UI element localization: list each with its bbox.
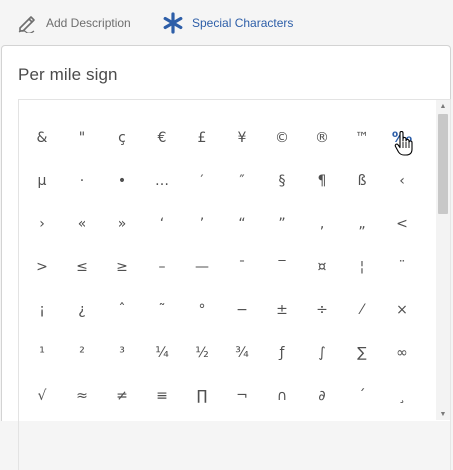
pen-icon <box>16 12 38 34</box>
character-cell[interactable]: ² <box>62 331 102 374</box>
character-cell[interactable]: √ <box>22 374 62 417</box>
character-cell[interactable]: ∞ <box>382 331 422 374</box>
character-cell[interactable]: ¬ <box>222 374 262 417</box>
character-cell[interactable]: ¤ <box>302 245 342 288</box>
scroll-up-arrow-icon[interactable]: ▲ <box>436 100 450 112</box>
character-name-title: Per mile sign <box>18 65 118 84</box>
special-characters-panel: Per mile sign & " ç € £ ¥ © ® ™ ‰ µ · •… ′ ″ § ¶ ß ‹ › «» ‘’ “… <box>1 45 451 470</box>
character-cell[interactable]: ⁄ <box>342 288 382 331</box>
character-cell[interactable]: ´ <box>342 374 382 417</box>
character-cell[interactable]: ¦ <box>342 245 382 288</box>
asterisk-icon <box>162 12 184 34</box>
character-cell[interactable]: ˜ <box>142 288 182 331</box>
character-cell[interactable]: " <box>62 116 102 159</box>
special-characters-label: Special Characters <box>192 16 294 30</box>
character-cell[interactable]: ” <box>262 202 302 245</box>
character-cell[interactable]: < <box>382 202 422 245</box>
character-cell[interactable]: ¿ <box>62 288 102 331</box>
character-cell[interactable]: ‘ <box>142 202 182 245</box>
character-cell[interactable]: ≤ <box>62 245 102 288</box>
character-cell[interactable]: ‾ <box>262 245 302 288</box>
character-cell[interactable]: ³ <box>102 331 142 374</box>
character-cell[interactable]: ÷ <box>302 288 342 331</box>
character-cell[interactable]: ″ <box>222 159 262 202</box>
character-cell[interactable]: ‚ <box>302 202 342 245</box>
character-cell[interactable]: ƒ <box>262 331 302 374</box>
add-description-label: Add Description <box>46 16 131 30</box>
character-cell[interactable]: £ <box>182 116 222 159</box>
character-cell[interactable]: ¨ <box>382 245 422 288</box>
character-cell[interactable]: “ <box>222 202 262 245</box>
character-cell[interactable]: ± <box>262 288 302 331</box>
character-cell[interactable]: € <box>142 116 182 159</box>
character-cell[interactable]: ß <box>342 159 382 202</box>
character-cell[interactable]: ˆ <box>102 288 142 331</box>
character-cell[interactable]: & <box>22 116 62 159</box>
character-cell[interactable]: ′ <box>182 159 222 202</box>
character-cell[interactable]: ≈ <box>62 374 102 417</box>
character-cell-selected[interactable]: ‰ <box>382 116 422 159</box>
character-cell[interactable]: ≠ <box>102 374 142 417</box>
character-cell[interactable]: … <box>142 159 182 202</box>
character-cell[interactable]: • <box>102 159 142 202</box>
character-cell[interactable]: ¸ <box>382 374 422 417</box>
character-cell[interactable]: ¶ <box>302 159 342 202</box>
character-cell[interactable]: ’ <box>182 202 222 245</box>
character-cell[interactable]: ¹ <box>22 331 62 374</box>
character-cell[interactable]: µ <box>22 159 62 202</box>
character-cell[interactable]: ∑ <box>342 331 382 374</box>
character-grid-frame: & " ç € £ ¥ © ® ™ ‰ µ · •… ′ ″ § ¶ ß ‹ › «» ‘’ “” ‚ „ < > ≤ ≥ – — ¯ ‾ ¤ ¦ ¨… <box>18 99 451 470</box>
add-description-button[interactable]: Add Description <box>16 0 131 46</box>
scroll-down-arrow-icon[interactable]: ▼ <box>436 408 450 420</box>
toolbar: Add Description Special Characters <box>0 0 453 46</box>
character-cell[interactable]: × <box>382 288 422 331</box>
vertical-scrollbar[interactable]: ▲ ▼ <box>436 100 450 420</box>
character-cell[interactable]: − <box>222 288 262 331</box>
special-characters-button[interactable]: Special Characters <box>162 0 293 46</box>
character-cell[interactable]: – <box>142 245 182 288</box>
character-cell[interactable]: ¥ <box>222 116 262 159</box>
character-cell[interactable]: „ <box>342 202 382 245</box>
character-cell[interactable]: ∂ <box>302 374 342 417</box>
character-cell[interactable]: ∏ <box>182 374 222 417</box>
character-cell[interactable]: ¯ <box>222 245 262 288</box>
character-cell[interactable]: © <box>262 116 302 159</box>
character-cell[interactable]: > <box>22 245 62 288</box>
character-cell[interactable]: ‹ <box>382 159 422 202</box>
character-cell[interactable]: ¼ <box>142 331 182 374</box>
character-cell[interactable]: ¾ <box>222 331 262 374</box>
character-cell[interactable]: · <box>62 159 102 202</box>
character-cell[interactable]: ∩ <box>262 374 302 417</box>
character-cell[interactable]: ≡ <box>142 374 182 417</box>
scroll-thumb[interactable] <box>438 114 448 214</box>
character-cell[interactable]: ≥ <box>102 245 142 288</box>
character-cell[interactable]: ¡ <box>22 288 62 331</box>
character-cell[interactable]: ® <box>302 116 342 159</box>
character-cell[interactable]: ™ <box>342 116 382 159</box>
character-cell[interactable]: ∫ <box>302 331 342 374</box>
character-cell[interactable]: › <box>22 202 62 245</box>
character-grid: & " ç € £ ¥ © ® ™ ‰ µ · •… ′ ″ § ¶ ß ‹ › «» ‘’ “” ‚ „ < > ≤ ≥ – — ¯ ‾ ¤ ¦ ¨… <box>22 116 422 417</box>
character-cell[interactable]: » <box>102 202 142 245</box>
character-cell[interactable]: « <box>62 202 102 245</box>
character-cell[interactable]: ° <box>182 288 222 331</box>
character-cell[interactable]: § <box>262 159 302 202</box>
character-cell[interactable]: ½ <box>182 331 222 374</box>
character-cell[interactable]: — <box>182 245 222 288</box>
character-cell[interactable]: ç <box>102 116 142 159</box>
